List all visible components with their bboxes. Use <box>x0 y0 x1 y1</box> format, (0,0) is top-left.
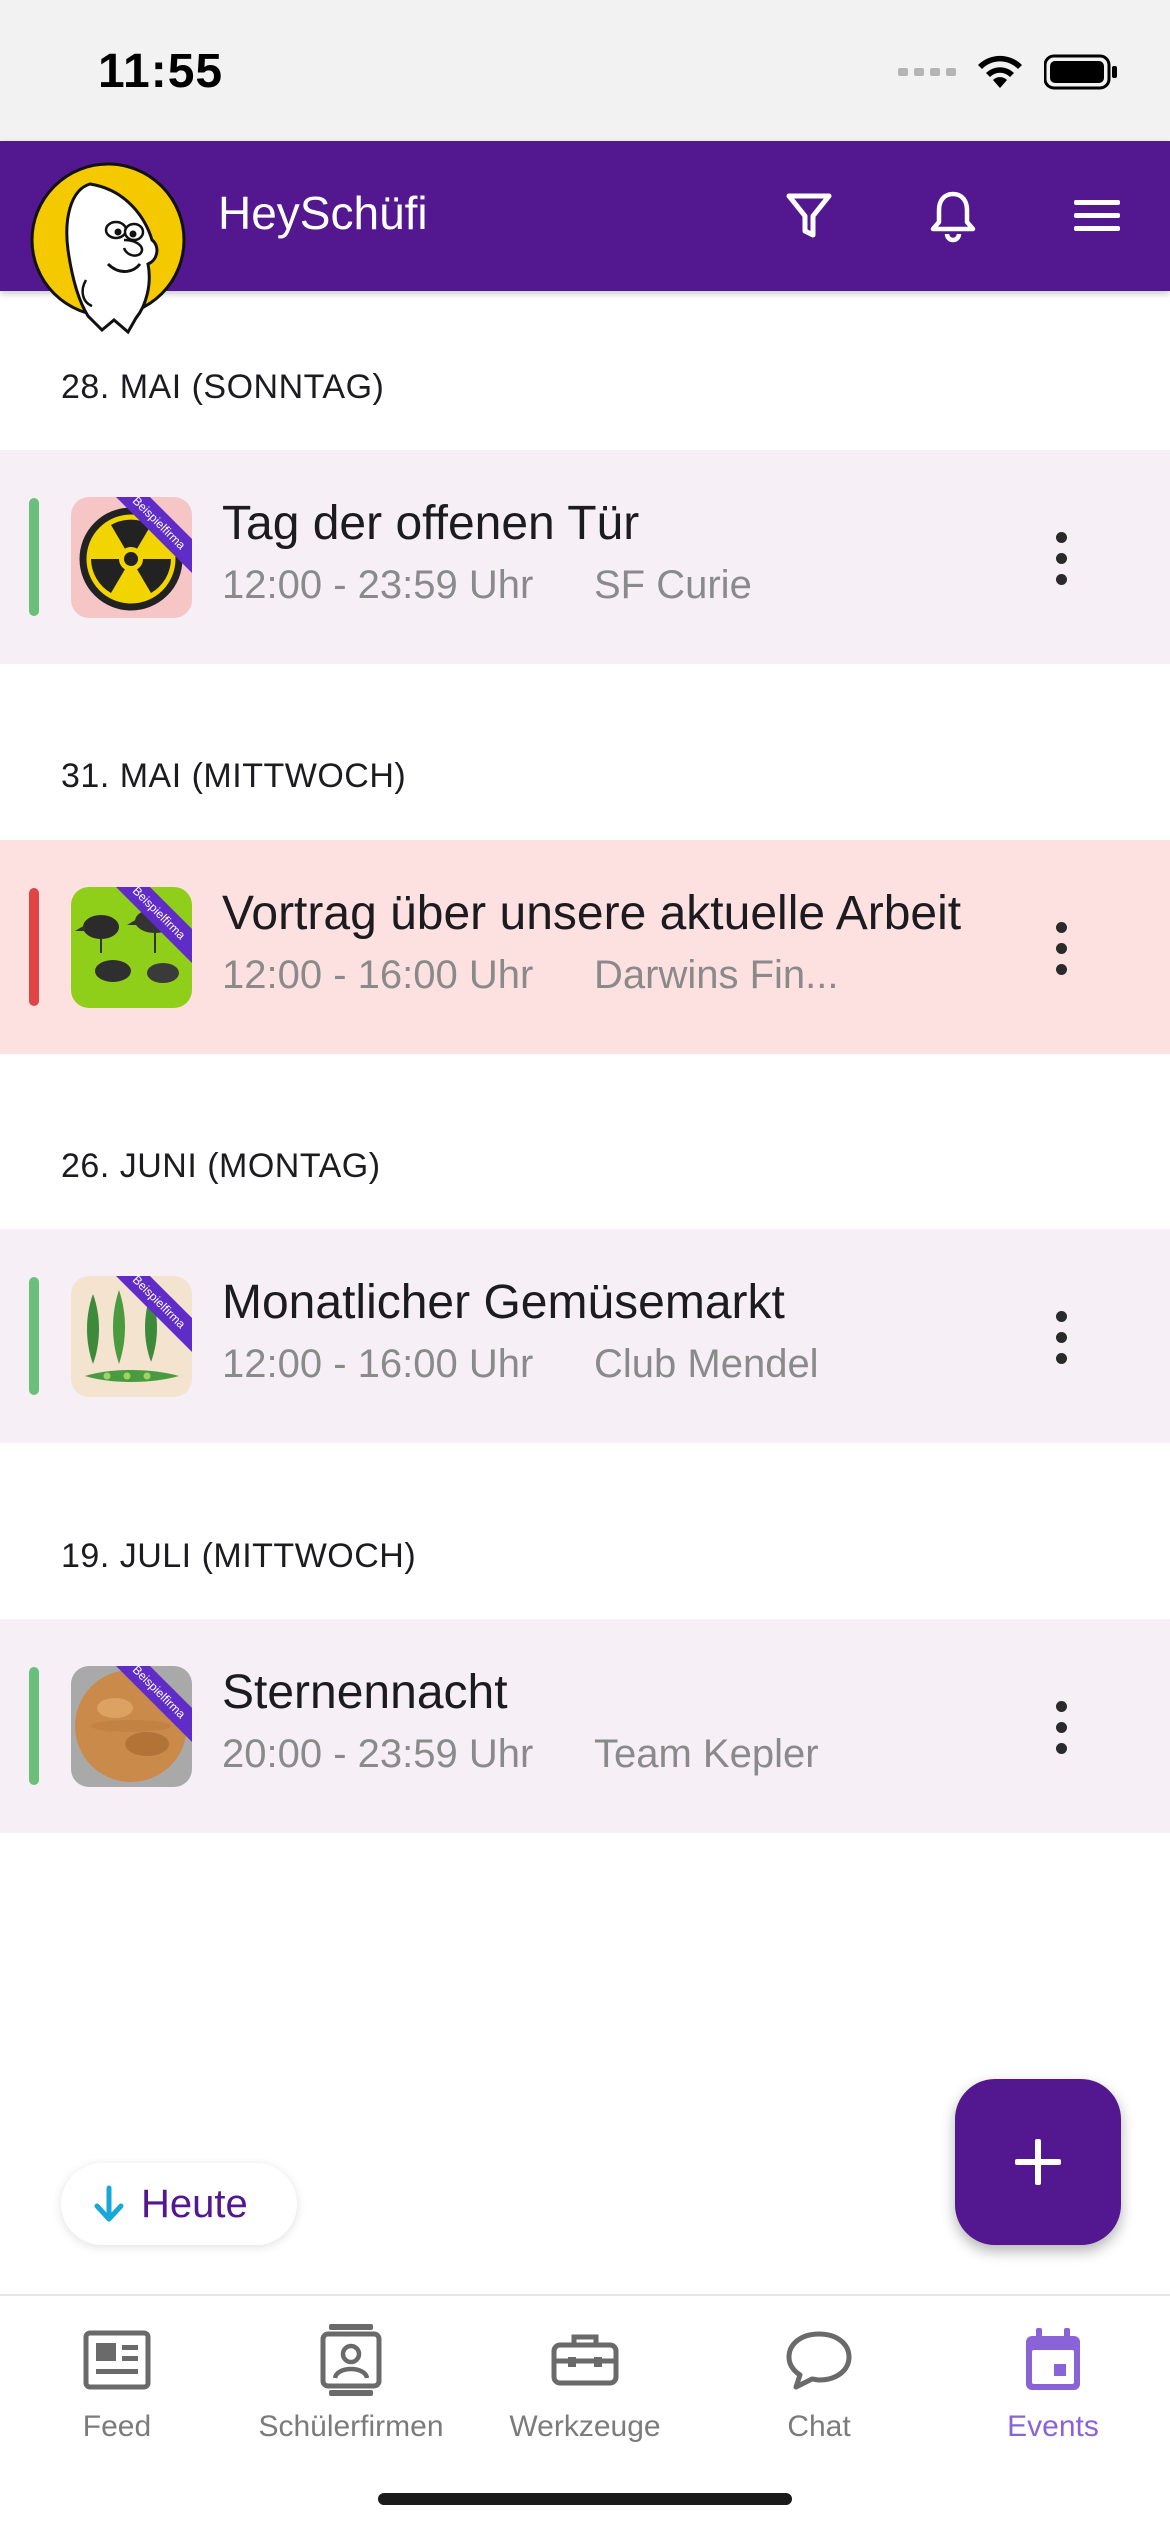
event-title: Vortrag über unsere aktuelle Arbeit <box>222 887 962 940</box>
status-indicator <box>29 1667 39 1785</box>
nav-label: Feed <box>82 2410 152 2443</box>
calendar-icon <box>1013 2320 1093 2400</box>
home-indicator[interactable] <box>378 2493 792 2505</box>
finches-icon: Beispielfirma <box>71 887 192 1008</box>
date-header: 19. JULI (MITTWOCH) <box>61 1537 417 1575</box>
event-organizer: Team Kepler <box>594 1732 819 1776</box>
more-options-icon[interactable] <box>1040 1681 1082 1773</box>
status-time: 11:55 <box>98 45 224 98</box>
event-time: 12:00 - 16:00 Uhr <box>222 1342 534 1386</box>
date-header: 31. MAI (MITTWOCH) <box>61 757 407 795</box>
status-bar: 11:55 <box>0 0 1170 141</box>
event-title: Monatlicher Gemüsemarkt <box>222 1276 785 1329</box>
nav-item-schuelerfirmen[interactable]: Schülerfirmen <box>234 2320 468 2460</box>
cellular-signal-icon <box>898 68 956 76</box>
event-organizer: Darwins Fin... <box>594 953 839 997</box>
battery-icon <box>1044 54 1117 90</box>
plus-icon <box>1015 2139 1061 2185</box>
event-title: Sternennacht <box>222 1666 508 1719</box>
filter-icon[interactable] <box>774 181 844 251</box>
app-logo[interactable] <box>28 160 188 338</box>
event-card[interactable]: Beispielfirma Sternennacht 20:00 - 23:59… <box>0 1619 1170 1833</box>
feed-icon <box>77 2320 157 2400</box>
event-time: 20:00 - 23:59 Uhr <box>222 1732 534 1776</box>
event-card[interactable]: Beispielfirma Vortrag über unsere aktuel… <box>0 840 1170 1054</box>
planet-icon: Beispielfirma <box>71 1666 192 1787</box>
nav-label: Werkzeuge <box>509 2410 661 2443</box>
event-title: Tag der offenen Tür <box>222 497 640 550</box>
pea-pods-icon: Beispielfirma <box>71 1276 192 1397</box>
event-card[interactable]: Beispielfirma Monatlicher Gemüsemarkt 12… <box>0 1229 1170 1443</box>
nav-label: Chat <box>787 2410 851 2443</box>
nav-item-chat[interactable]: Chat <box>702 2320 936 2460</box>
more-options-icon[interactable] <box>1040 512 1082 604</box>
status-indicator <box>29 1277 39 1395</box>
event-organizer: Club Mendel <box>594 1342 819 1386</box>
menu-icon[interactable] <box>1062 181 1132 251</box>
date-header: 26. JUNI (MONTAG) <box>61 1147 381 1185</box>
status-icons <box>898 50 1118 94</box>
nav-item-feed[interactable]: Feed <box>0 2320 234 2460</box>
app-title: HeySchüfi <box>218 187 428 239</box>
nav-item-werkzeuge[interactable]: Werkzeuge <box>468 2320 702 2460</box>
date-header: 28. MAI (SONNTAG) <box>61 368 385 406</box>
event-time: 12:00 - 16:00 Uhr <box>222 953 534 997</box>
more-options-icon[interactable] <box>1040 902 1082 994</box>
toolbox-icon <box>545 2320 625 2400</box>
nav-item-events[interactable]: Events <box>936 2320 1170 2460</box>
status-indicator <box>29 888 39 1006</box>
today-label: Heute <box>141 2181 248 2226</box>
status-indicator <box>29 498 39 616</box>
more-options-icon[interactable] <box>1040 1291 1082 1383</box>
add-event-button[interactable] <box>955 2079 1121 2245</box>
wifi-icon <box>978 55 1022 88</box>
event-organizer: SF Curie <box>594 563 752 607</box>
radiation-icon: Beispielfirma <box>71 497 192 618</box>
nav-label: Schülerfirmen <box>258 2410 444 2443</box>
chat-bubble-icon <box>779 2320 859 2400</box>
arrow-down-icon <box>94 2185 124 2222</box>
bell-icon[interactable] <box>918 181 988 251</box>
event-time: 12:00 - 23:59 Uhr <box>222 563 534 607</box>
nav-label: Events <box>1007 2410 1099 2443</box>
today-button[interactable]: Heute <box>61 2163 297 2245</box>
event-card[interactable]: Beispielfirma Tag der offenen Tür 12:00 … <box>0 450 1170 664</box>
company-badge-icon <box>311 2320 391 2400</box>
